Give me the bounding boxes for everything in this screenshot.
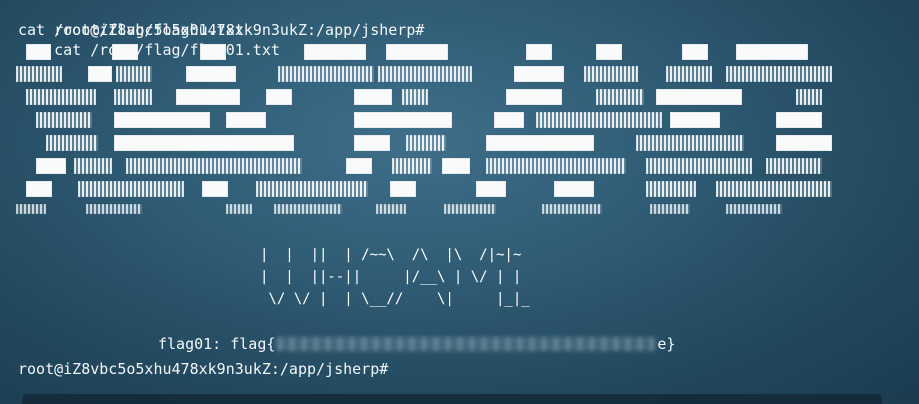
terminal-bottom-bar bbox=[22, 394, 882, 404]
banner-line: | | || | /~~\ /\ |\ /|~|~ bbox=[260, 247, 522, 263]
ascii-art-row bbox=[16, 179, 876, 199]
ascii-art-row bbox=[16, 156, 876, 176]
banner-line: | | ||--|| |/__\ | \/ | | bbox=[260, 269, 522, 285]
command-echo: cat /root/flag/flag01.txt bbox=[18, 21, 244, 39]
ascii-art-row bbox=[16, 110, 876, 130]
ascii-art-row bbox=[16, 87, 876, 107]
flag-label: flag01: bbox=[158, 335, 222, 353]
flag-prefix: flag{ bbox=[230, 335, 276, 353]
flag-line: flag01: flag{ e} bbox=[158, 334, 675, 354]
ascii-art-row bbox=[16, 64, 876, 84]
ascii-art-row bbox=[16, 42, 876, 62]
flag-suffix: e} bbox=[657, 335, 676, 353]
terminal-window[interactable]: root@iZ8vbc5o5xhu478xk9n3ukZ:/app/jsherp… bbox=[0, 0, 919, 404]
ascii-art-row bbox=[16, 202, 876, 222]
ascii-art-row bbox=[16, 133, 876, 153]
shell-prompt-current[interactable]: root@iZ8vbc5o5xhu478xk9n3ukZ:/app/jsherp… bbox=[18, 359, 388, 379]
banner-line: \/ \/ | | \__// \| |_|_ bbox=[260, 291, 530, 307]
redacted-flag-value bbox=[277, 337, 656, 351]
